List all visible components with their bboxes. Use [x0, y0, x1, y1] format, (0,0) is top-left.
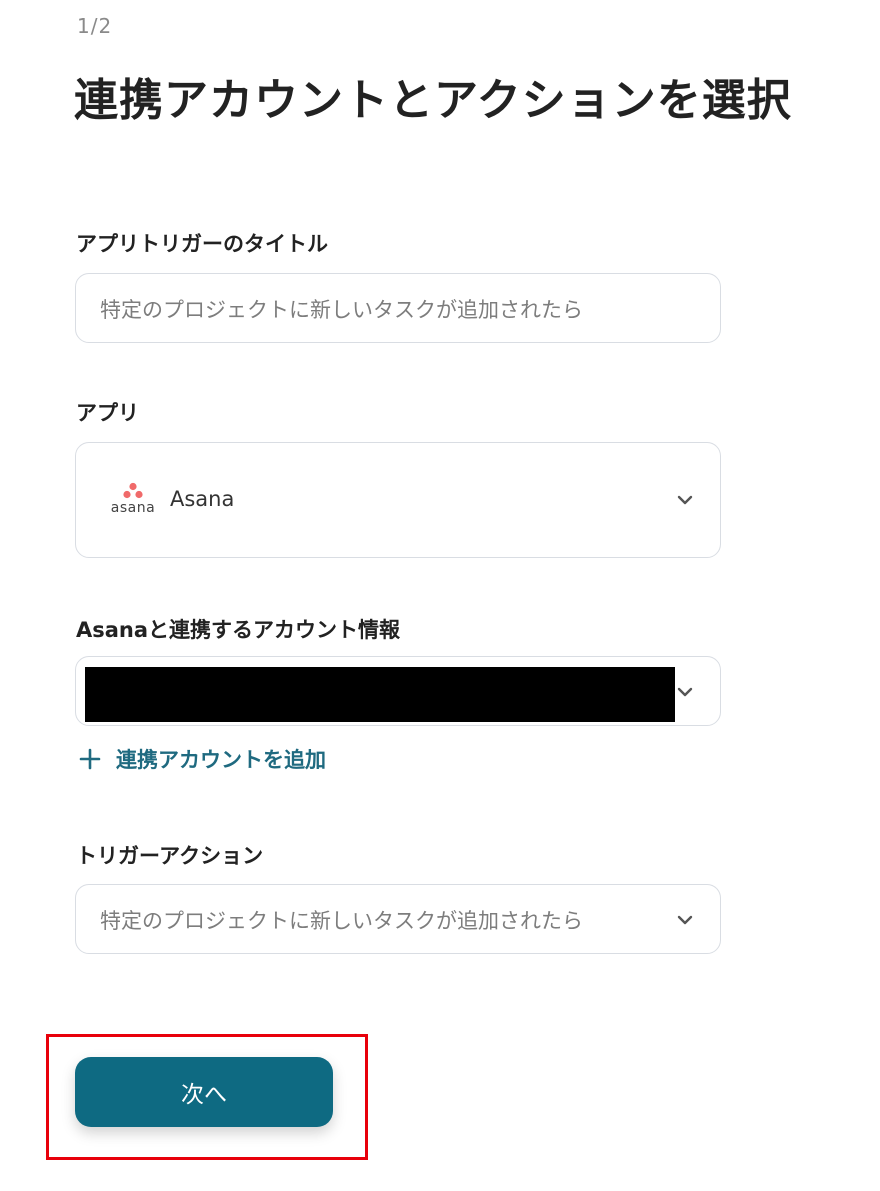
asana-dots-icon — [123, 482, 143, 499]
trigger-action-value: 特定のプロジェクトに新しいタスクが追加されたら — [100, 909, 583, 933]
app-name: Asana — [170, 487, 235, 511]
add-account-link[interactable]: 連携アカウントを追加 — [78, 744, 326, 774]
asana-wordmark: asana — [110, 500, 156, 516]
trigger-action-label: トリガーアクション — [76, 844, 264, 868]
app-label: アプリ — [76, 401, 139, 425]
add-account-label: 連携アカウントを追加 — [116, 748, 326, 772]
next-button[interactable]: 次へ — [75, 1057, 333, 1127]
account-label: Asanaと連携するアカウント情報 — [76, 618, 401, 642]
chevron-down-icon — [677, 915, 693, 925]
chevron-down-icon — [677, 495, 693, 505]
trigger-title-value: 特定のプロジェクトに新しいタスクが追加されたら — [100, 298, 583, 322]
trigger-title-label: アプリトリガーのタイトル — [76, 232, 328, 256]
redacted-account-info — [85, 667, 675, 722]
chevron-down-icon — [677, 687, 693, 697]
step-indicator: 1/2 — [77, 14, 113, 38]
page-title: 連携アカウントとアクションを選択 — [74, 75, 792, 126]
asana-logo: asana — [108, 482, 158, 516]
trigger-title-input[interactable]: 特定のプロジェクトに新しいタスクが追加されたら — [75, 273, 721, 343]
plus-icon — [79, 748, 101, 770]
page: 1/2 連携アカウントとアクションを選択 アプリトリガーのタイトル 特定のプロジ… — [0, 0, 880, 1191]
trigger-action-select[interactable]: 特定のプロジェクトに新しいタスクが追加されたら — [75, 884, 721, 954]
